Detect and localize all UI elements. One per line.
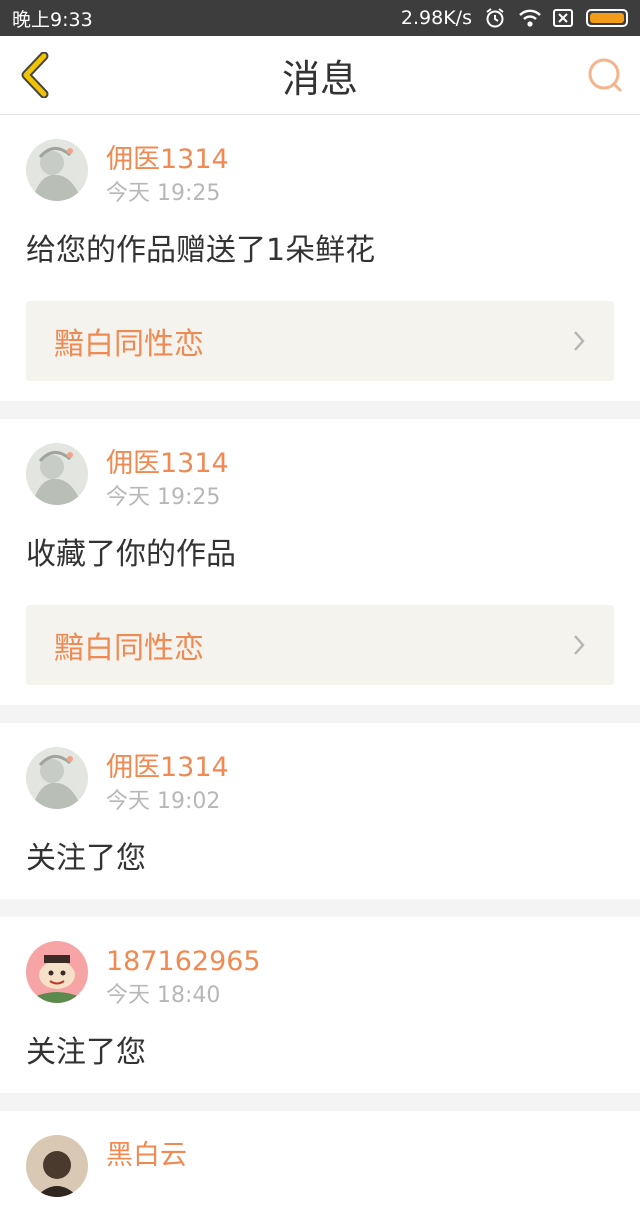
message-text: 给您的作品赠送了1朵鲜花 [26, 233, 376, 268]
no-sim-icon [552, 7, 574, 29]
user-row: 187162965 今天 18:40 [26, 941, 614, 1011]
search-icon [588, 58, 622, 92]
page-title: 消息 [281, 56, 358, 101]
user-row: 黑白云 [26, 1135, 614, 1197]
user-row: 佣医1314 今天 19:02 [26, 747, 614, 817]
back-button[interactable] [12, 52, 58, 98]
network-speed: 2.98K/s [400, 7, 472, 29]
username[interactable]: 佣医1314 [106, 749, 229, 787]
message-list: 佣医1314 今天 19:25 给您的作品赠送了1朵鲜花 黯白同性恋 佣医131… [0, 115, 640, 1217]
message-card[interactable]: 佣医1314 今天 19:02 关注了您 [0, 723, 640, 899]
avatar[interactable] [26, 139, 88, 201]
message-text: 收藏了你的作品 [26, 537, 236, 572]
app-header: 消息 [0, 36, 640, 115]
avatar[interactable] [26, 1135, 88, 1197]
user-meta: 187162965 今天 18:40 [106, 941, 261, 1011]
status-right: 2.98K/s [401, 7, 628, 29]
search-button[interactable] [584, 54, 626, 96]
message-text: 关注了您 [26, 1035, 146, 1070]
user-meta: 佣医1314 今天 19:25 [106, 139, 229, 209]
timestamp: 今天 19:02 [106, 789, 221, 814]
chevron-right-icon [572, 329, 588, 353]
battery-icon [586, 9, 628, 27]
timestamp: 今天 19:25 [106, 181, 221, 206]
user-meta: 黑白云 [106, 1135, 187, 1175]
username[interactable]: 佣医1314 [106, 141, 229, 179]
status-time: 晚上9:33 [12, 8, 93, 31]
timestamp: 今天 18:40 [106, 983, 221, 1008]
work-title: 黯白同性恋 [54, 631, 204, 666]
user-meta: 佣医1314 今天 19:02 [106, 747, 229, 817]
alarm-icon [484, 7, 506, 29]
timestamp: 今天 19:25 [106, 485, 221, 510]
wifi-icon [518, 7, 541, 29]
user-meta: 佣医1314 今天 19:25 [106, 443, 229, 513]
username[interactable]: 黑白云 [106, 1137, 187, 1175]
work-link[interactable]: 黯白同性恋 [26, 605, 614, 685]
message-card[interactable]: 佣医1314 今天 19:25 给您的作品赠送了1朵鲜花 黯白同性恋 [0, 115, 640, 401]
work-link[interactable]: 黯白同性恋 [26, 301, 614, 381]
user-row: 佣医1314 今天 19:25 [26, 139, 614, 209]
avatar[interactable] [26, 443, 88, 505]
message-card[interactable]: 187162965 今天 18:40 关注了您 [0, 917, 640, 1093]
chevron-right-icon [572, 633, 588, 657]
user-row: 佣医1314 今天 19:25 [26, 443, 614, 513]
username[interactable]: 佣医1314 [106, 445, 229, 483]
avatar[interactable] [26, 941, 88, 1003]
username[interactable]: 187162965 [106, 943, 261, 981]
message-card[interactable]: 黑白云 [0, 1111, 640, 1217]
message-card[interactable]: 佣医1314 今天 19:25 收藏了你的作品 黯白同性恋 [0, 419, 640, 705]
back-chevron-icon [21, 52, 49, 98]
message-text: 关注了您 [26, 841, 146, 876]
work-title: 黯白同性恋 [54, 327, 204, 362]
avatar[interactable] [26, 747, 88, 809]
status-bar: 晚上9:33 2.98K/s [0, 0, 640, 36]
